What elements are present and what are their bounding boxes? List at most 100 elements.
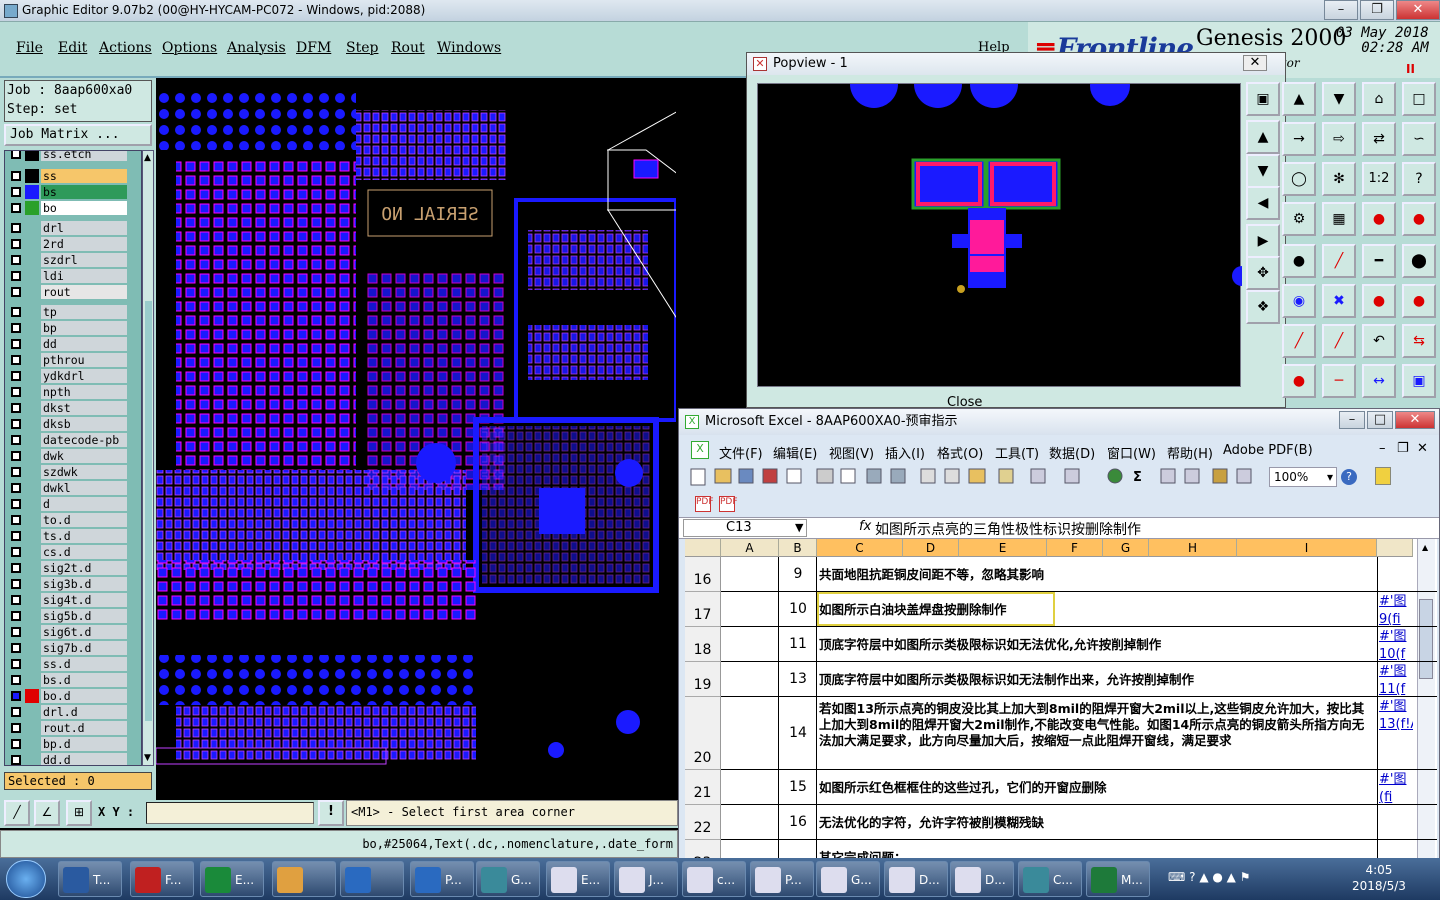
layer-color-swatch[interactable] bbox=[25, 705, 39, 719]
layer-checkbox[interactable] bbox=[11, 203, 21, 213]
layer-color-swatch[interactable] bbox=[25, 353, 39, 367]
taskbar-button[interactable]: T... bbox=[58, 861, 122, 897]
snap-mode-icon[interactable]: ╱ bbox=[4, 800, 30, 826]
col-header-i[interactable]: I bbox=[1237, 539, 1377, 557]
alert-icon[interactable]: ! bbox=[318, 800, 344, 826]
layer-color-swatch[interactable] bbox=[25, 513, 39, 527]
excel-minimize-button[interactable]: – bbox=[1339, 411, 1365, 429]
layer-checkbox[interactable] bbox=[11, 483, 21, 493]
layer-row[interactable]: ss bbox=[7, 169, 127, 183]
connect-icon[interactable]: ● bbox=[1362, 284, 1396, 318]
scroll-thumb[interactable] bbox=[145, 301, 152, 721]
taskbar-button[interactable]: D... bbox=[884, 861, 948, 897]
layer-checkbox[interactable] bbox=[11, 339, 21, 349]
layer-checkbox[interactable] bbox=[11, 611, 21, 621]
layer-row[interactable]: ldi bbox=[7, 269, 127, 283]
layer-row[interactable]: 2rd bbox=[7, 237, 127, 251]
figure-link[interactable]: #'图11(f bbox=[1379, 663, 1413, 696]
instruction-cell[interactable]: 若如图13所示点亮的铜皮没比其上加大到8mil的阻焊开窗大2mil以上,这些铜皮… bbox=[819, 701, 1375, 749]
instruction-cell[interactable]: 共面地阻抗距铜皮间距不等，忽略其影响 bbox=[819, 567, 1375, 583]
layer-row[interactable]: sig3b.d bbox=[7, 577, 127, 591]
layer-row[interactable]: ydkdrl bbox=[7, 369, 127, 383]
minus-icon[interactable]: ─ bbox=[1322, 364, 1356, 398]
layer-color-swatch[interactable] bbox=[25, 545, 39, 559]
taskbar-button[interactable]: E... bbox=[200, 861, 264, 897]
layer-color-swatch[interactable] bbox=[25, 561, 39, 575]
pdf-mail-icon[interactable]: PDF bbox=[719, 496, 738, 512]
menu-analysis[interactable]: Analysis bbox=[227, 40, 286, 56]
swap-icon[interactable]: ⇄ bbox=[1362, 122, 1396, 156]
line-icon[interactable]: ╱ bbox=[1322, 244, 1356, 278]
resize-icon[interactable]: ↔ bbox=[1362, 364, 1396, 398]
layer-checkbox[interactable] bbox=[11, 307, 21, 317]
layer-color-swatch[interactable] bbox=[25, 201, 39, 215]
layer-checkbox[interactable] bbox=[11, 563, 21, 573]
col-header-a[interactable]: A bbox=[721, 539, 779, 557]
excel-vscroll[interactable]: ▲ bbox=[1417, 539, 1435, 861]
formula-input[interactable]: 如图所示点亮的三角性极性标识按删除制作 bbox=[875, 519, 1141, 539]
layer-color-swatch[interactable] bbox=[25, 689, 39, 703]
open-icon[interactable]: ▲ bbox=[1282, 82, 1316, 116]
snap-icon[interactable]: ∽ bbox=[1402, 122, 1436, 156]
layer-checkbox[interactable] bbox=[11, 499, 21, 509]
layer-color-swatch[interactable] bbox=[25, 481, 39, 495]
layer-color-swatch[interactable] bbox=[25, 593, 39, 607]
item-number[interactable]: 10 bbox=[779, 601, 817, 617]
col-header-d[interactable]: D bbox=[903, 539, 959, 557]
xl-menu-window[interactable]: 窗口(W) bbox=[1107, 443, 1156, 462]
col-header-j[interactable] bbox=[1377, 539, 1413, 557]
xl-menu-help[interactable]: 帮助(H) bbox=[1167, 443, 1213, 462]
layer-checkbox[interactable] bbox=[11, 271, 21, 281]
layer-checkbox[interactable] bbox=[11, 739, 21, 749]
layer-row[interactable]: tp bbox=[7, 305, 127, 319]
measure-icon[interactable]: ◯ bbox=[1282, 162, 1316, 196]
net-icon[interactable]: ◉ bbox=[1282, 284, 1316, 318]
pan-left-icon[interactable]: ◀ bbox=[1246, 186, 1280, 220]
layer-scrollbar[interactable]: ▲ ▼ bbox=[142, 150, 154, 766]
layer-row[interactable]: rout.d bbox=[7, 721, 127, 735]
layer-row[interactable]: bp.d bbox=[7, 737, 127, 751]
fx-icon[interactable]: fx bbox=[859, 519, 871, 534]
taskbar-button[interactable]: M... bbox=[1086, 861, 1150, 897]
spreadsheet-grid[interactable]: A B C D E F G H I ▲ 16 9 共面地阻抗距铜皮间距不等，忽略其影… bbox=[685, 539, 1437, 861]
connect2-icon[interactable]: ● bbox=[1402, 284, 1436, 318]
layer-row[interactable]: to.d bbox=[7, 513, 127, 527]
xl-menu-adobe[interactable]: Adobe PDF(B) bbox=[1223, 443, 1313, 458]
maximize-button[interactable]: ❐ bbox=[1360, 0, 1394, 20]
taskbar-button[interactable]: G... bbox=[476, 861, 540, 897]
row-header[interactable]: 20 bbox=[685, 697, 721, 770]
taskbar-button[interactable]: P... bbox=[410, 861, 474, 897]
select-icon[interactable]: ● bbox=[1282, 364, 1316, 398]
save-icon[interactable]: ▼ bbox=[1322, 82, 1356, 116]
group-icon[interactable]: ▣ bbox=[1402, 364, 1436, 398]
tray-icons[interactable]: ⌨ ? ▲ ● ▲ ⚑ bbox=[1168, 870, 1250, 884]
layer-checkbox[interactable] bbox=[11, 255, 21, 265]
layer-row[interactable]: bo.d bbox=[7, 689, 127, 703]
menu-file[interactable]: File bbox=[16, 40, 43, 56]
layer-row[interactable]: npth bbox=[7, 385, 127, 399]
layer-checkbox[interactable] bbox=[11, 547, 21, 557]
xl-menu-data[interactable]: 数据(D) bbox=[1049, 443, 1095, 462]
popview-canvas[interactable] bbox=[757, 60, 1252, 387]
layer-checkbox[interactable] bbox=[11, 187, 21, 197]
help-circle-icon[interactable]: ? bbox=[1341, 469, 1357, 485]
edit-line-icon[interactable]: ╱ bbox=[1282, 324, 1316, 358]
layer-row[interactable]: cs.d bbox=[7, 545, 127, 559]
flip-icon[interactable]: ⇆ bbox=[1402, 324, 1436, 358]
drill-map-icon[interactable]: ● bbox=[1402, 202, 1436, 236]
xl-menu-tools[interactable]: 工具(T) bbox=[995, 443, 1039, 462]
layer-checkbox[interactable] bbox=[11, 171, 21, 181]
layer-checkbox[interactable] bbox=[11, 627, 21, 637]
taskbar-button[interactable]: J... bbox=[614, 861, 678, 897]
layer-checkbox[interactable] bbox=[11, 675, 21, 685]
instruction-cell[interactable]: 如图所示红色框框住的这些过孔，它们的开窗应删除 bbox=[819, 780, 1375, 796]
layer-row[interactable]: datecode-pb bbox=[7, 433, 127, 447]
taskbar-button[interactable]: E... bbox=[546, 861, 610, 897]
namebox-dropdown-icon[interactable]: ▼ bbox=[795, 521, 803, 534]
taskbar-button[interactable]: c... bbox=[682, 861, 746, 897]
center-icon[interactable]: ✻ bbox=[1322, 162, 1356, 196]
layer-checkbox[interactable] bbox=[11, 151, 21, 159]
layer-checkbox[interactable] bbox=[11, 723, 21, 733]
tools-icon[interactable]: ⚙ bbox=[1282, 202, 1316, 236]
row-header[interactable]: 16 bbox=[685, 557, 721, 592]
